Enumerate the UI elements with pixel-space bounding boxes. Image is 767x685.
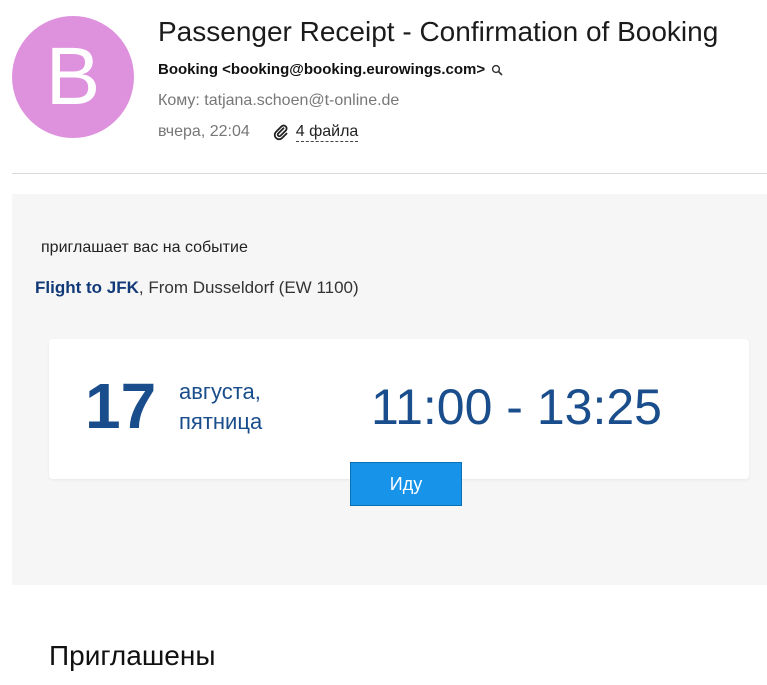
invitation-intro: приглашает вас на событие (41, 239, 248, 256)
event-details: , From Dusseldorf (EW 1100) (138, 278, 359, 297)
event-summary: Flight to JFK, From Dusseldorf (EW 1100) (35, 278, 359, 298)
event-weekday: пятница (179, 409, 263, 434)
event-invitation: приглашает вас на событие Flight to JFK,… (12, 194, 767, 585)
recipient-row: Кому: tatjana.schoen@t-online.de (158, 92, 400, 109)
sender-row: Booking <booking@booking.eurowings.com> (158, 60, 763, 80)
event-day-text: августа, пятница (179, 377, 262, 437)
message-header: Passenger Receipt - Confirmation of Book… (158, 14, 763, 142)
sender-avatar: B (12, 16, 134, 138)
message-subject: Passenger Receipt - Confirmation of Book… (158, 16, 719, 47)
event-day-number: 17 (85, 370, 157, 442)
invited-heading: Приглашены (49, 640, 216, 671)
attachments-count[interactable]: 4 файла (295, 123, 359, 142)
event-title: Flight to JFK (35, 278, 139, 297)
attachments-link[interactable]: 4 файла (272, 123, 359, 142)
magnifier-icon[interactable] (491, 64, 503, 76)
header-divider (12, 173, 767, 174)
message-meta: вчера, 22:04 4 файла (158, 122, 763, 142)
event-time-range: 11:00 - 13:25 (371, 379, 662, 435)
event-month: августа, (179, 379, 261, 404)
message-date: вчера, 22:04 (158, 123, 250, 140)
avatar-letter: B (45, 31, 101, 122)
sender-address[interactable]: Booking <booking@booking.eurowings.com> (158, 60, 485, 80)
go-button[interactable]: Иду (350, 462, 462, 506)
email-view: B Passenger Receipt - Confirmation of Bo… (0, 0, 767, 685)
event-date-card: 17 августа, пятница 11:00 - 13:25 (49, 339, 749, 479)
paperclip-icon (273, 124, 288, 141)
